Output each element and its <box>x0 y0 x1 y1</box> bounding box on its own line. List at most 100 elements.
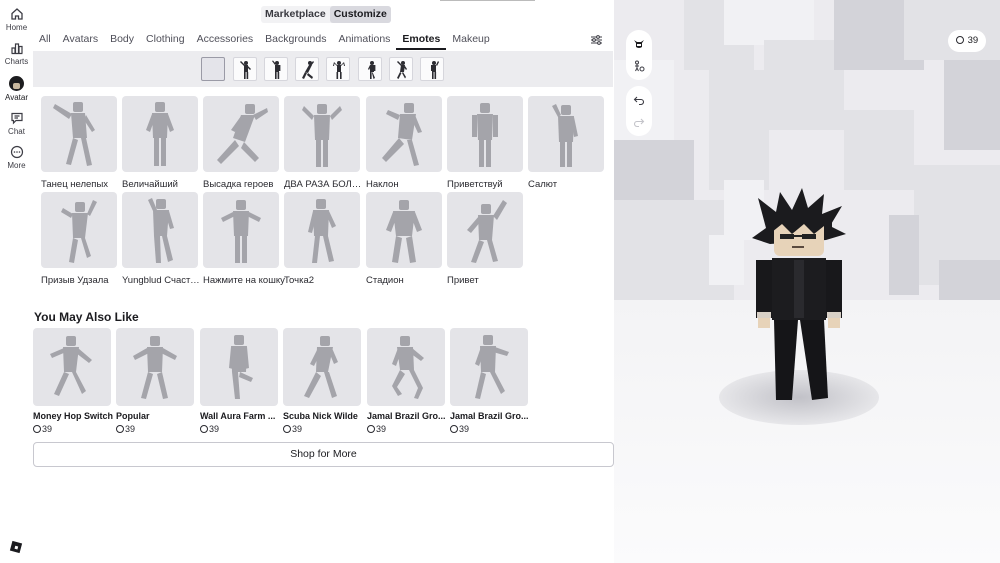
nav-avatar[interactable]: Avatar <box>0 76 33 102</box>
avatar-3d-viewport[interactable]: 39 <box>614 0 1000 563</box>
emote-card[interactable]: Yungblud Счастливый <box>122 192 204 286</box>
emote-name: Величайший <box>122 179 178 190</box>
emote-slot-6[interactable] <box>389 57 413 81</box>
item-name: Wall Aura Farm ... <box>200 411 276 421</box>
emote-figure-icon <box>272 60 281 79</box>
emote-card[interactable]: Салют <box>528 96 604 190</box>
item-price: 39 <box>450 424 528 434</box>
emote-card[interactable]: Высадка героев <box>203 96 279 190</box>
tab-accessories[interactable]: Accessories <box>191 30 260 50</box>
emote-slot-7[interactable] <box>420 57 444 81</box>
tab-avatars[interactable]: Avatars <box>57 30 104 50</box>
emote-figure-icon <box>386 200 422 263</box>
emote-slot-strip <box>33 51 613 87</box>
marketplace-tab[interactable]: Marketplace <box>261 6 330 23</box>
robux-icon <box>283 425 291 433</box>
emote-thumbnail <box>122 192 198 268</box>
scene-block <box>764 40 844 130</box>
emote-name: Yungblud Счастливый <box>122 275 204 286</box>
tab-body[interactable]: Body <box>104 30 140 50</box>
emote-card[interactable]: Призыв Удзала <box>41 192 117 286</box>
scene-block <box>844 110 914 190</box>
shop-for-more-button[interactable]: Shop for More <box>33 442 614 467</box>
item-price: 39 <box>367 424 445 434</box>
emote-slot-2[interactable] <box>264 57 288 81</box>
item-price: 39 <box>116 424 194 434</box>
emote-figure-icon <box>221 200 261 263</box>
recommended-item[interactable]: Jamal Brazil Gro... 39 <box>450 328 529 434</box>
emote-figure-icon <box>302 104 342 167</box>
emote-figure-icon <box>431 61 439 79</box>
tab-emotes[interactable]: Emotes <box>396 30 447 50</box>
scene-block <box>709 235 744 285</box>
recommended-item[interactable]: Jamal Brazil Gro... 39 <box>367 328 446 434</box>
robux-icon <box>956 36 964 44</box>
emote-name: ДВА РАЗА БОЛЬШЕ <box>284 179 366 190</box>
redo-button[interactable] <box>626 111 652 133</box>
emote-name: Призыв Удзала <box>41 275 109 286</box>
customize-tab[interactable]: Customize <box>329 6 391 23</box>
emote-card[interactable]: Танец нелепых <box>41 96 117 190</box>
emote-slot-3[interactable] <box>295 57 319 81</box>
tab-backgrounds[interactable]: Backgrounds <box>259 30 332 50</box>
recommended-item[interactable]: Money Hop Switch 39 <box>33 328 113 434</box>
avatar-head-icon <box>634 40 644 48</box>
emote-figure-icon <box>217 104 268 164</box>
emote-name: Привет <box>447 275 479 286</box>
nav-more[interactable]: More <box>0 145 33 170</box>
robux-balance[interactable]: 39 <box>948 30 987 52</box>
emote-card[interactable]: Приветствуй <box>447 96 523 190</box>
tab-makeup[interactable]: Makeup <box>446 30 495 50</box>
avatar-character <box>752 188 846 400</box>
emote-figure-icon <box>333 61 345 79</box>
emote-name: Стадион <box>366 275 404 286</box>
emote-slot-4[interactable] <box>326 57 350 81</box>
home-icon <box>10 8 23 20</box>
avatar-icon <box>9 76 24 91</box>
emote-thumbnail <box>528 96 604 172</box>
roblox-logo[interactable] <box>9 540 23 554</box>
recommended-item[interactable]: Scuba Nick Wilde 39 <box>283 328 361 434</box>
emote-slot-all[interactable] <box>201 57 225 81</box>
filter-icon[interactable] <box>590 34 603 46</box>
recommended-item[interactable]: Wall Aura Farm ... 39 <box>200 328 278 434</box>
emote-slot-1[interactable] <box>233 57 257 81</box>
charts-icon <box>10 43 23 55</box>
emote-name: Танец нелепых <box>41 179 109 190</box>
emote-slot-5[interactable] <box>358 57 382 81</box>
emote-figure-icon <box>368 61 376 79</box>
emote-card[interactable]: ДВА РАЗА БОЛЬШЕ <box>284 96 366 190</box>
tab-animations[interactable]: Animations <box>332 30 396 50</box>
recommended-item[interactable]: Popular 39 <box>116 328 194 434</box>
scene-block <box>614 140 694 200</box>
nav-avatar-label: Avatar <box>5 93 28 102</box>
emote-thumbnail <box>284 192 360 268</box>
nav-chat[interactable]: Chat <box>0 111 33 136</box>
robux-amount: 39 <box>967 35 979 46</box>
emote-thumbnail <box>366 96 442 172</box>
tab-all[interactable]: All <box>33 30 57 50</box>
emote-card[interactable]: Точка2 <box>284 192 360 286</box>
item-thumbnail <box>33 328 111 406</box>
tab-clothing[interactable]: Clothing <box>140 30 191 50</box>
avatar-head-button[interactable] <box>626 33 652 55</box>
emote-figure-icon <box>133 336 177 399</box>
history-tools-group <box>626 86 652 136</box>
nav-home[interactable]: Home <box>0 7 33 32</box>
pose-button[interactable] <box>626 55 652 77</box>
emote-card[interactable]: Стадион <box>366 192 442 286</box>
item-name: Popular <box>116 411 150 421</box>
item-name: Jamal Brazil Gro... <box>450 411 529 421</box>
emote-card[interactable]: Нажмите на кошку <box>203 192 285 286</box>
emote-card[interactable]: Наклон <box>366 96 442 190</box>
scene-block <box>724 0 814 45</box>
emote-card[interactable]: Величайший <box>122 96 198 190</box>
emote-figure-icon <box>397 61 407 79</box>
emote-card[interactable]: Привет <box>447 192 523 286</box>
emote-figure-icon <box>392 336 424 399</box>
emote-figure-icon <box>552 104 578 167</box>
item-thumbnail <box>200 328 278 406</box>
nav-charts[interactable]: Charts <box>0 41 33 66</box>
undo-button[interactable] <box>626 89 652 111</box>
emote-name: Нажмите на кошку <box>203 275 285 286</box>
